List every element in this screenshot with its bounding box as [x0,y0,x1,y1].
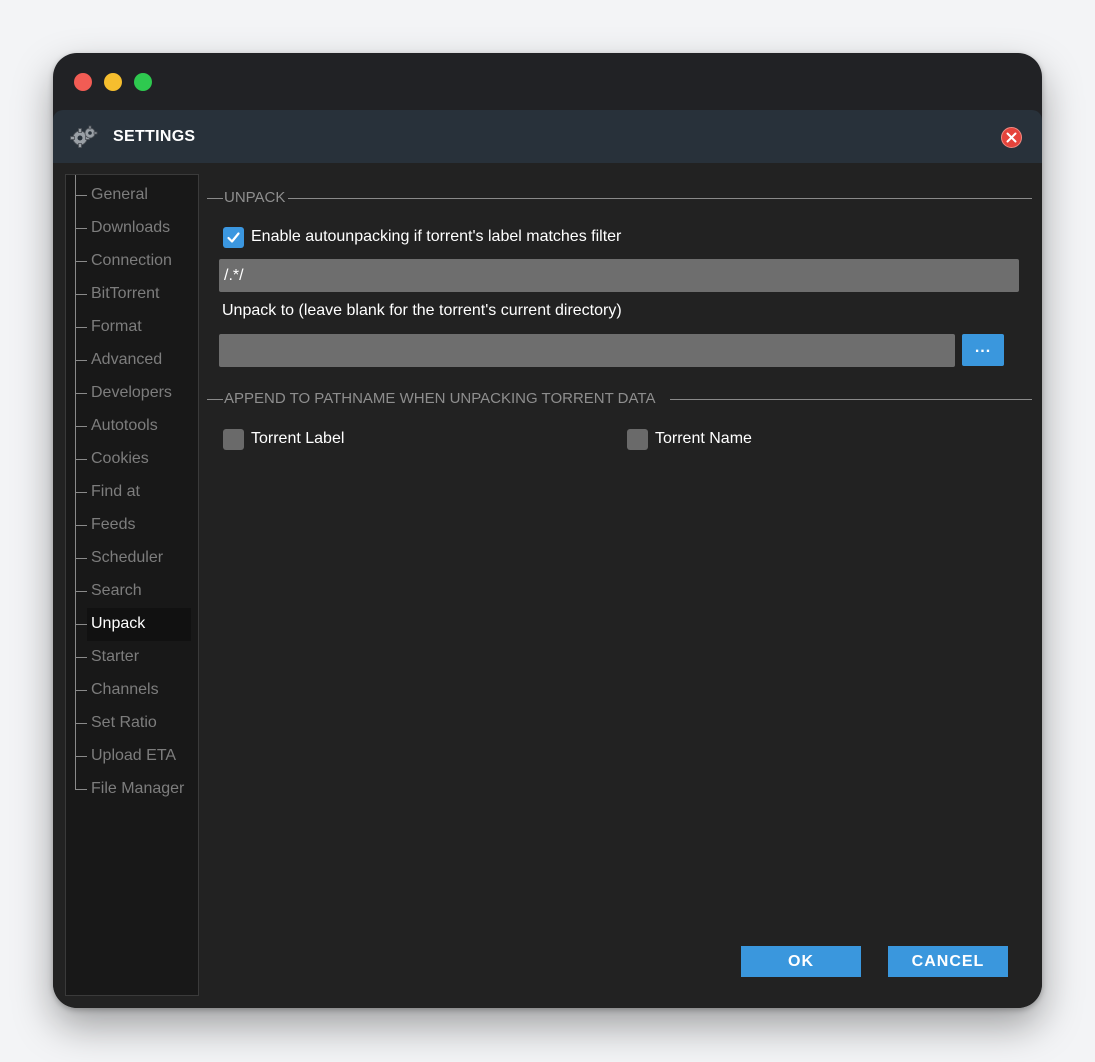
sidebar-item-downloads[interactable]: Downloads [66,212,192,245]
unpack-section-header: UNPACK [206,188,1032,208]
sidebar-item-feeds[interactable]: Feeds [66,509,192,542]
unpack-settings-panel: UNPACK Enable autounpacking if torrent's… [206,174,1036,994]
browse-directory-button[interactable]: ... [962,334,1004,366]
sidebar-item-label: File Manager [91,780,185,797]
tree-branch-line [75,459,87,460]
sidebar-item-label: Downloads [91,219,171,236]
window-controls [74,73,152,91]
sidebar-item-cookies[interactable]: Cookies [66,443,192,476]
torrent-name-checkbox[interactable] [627,429,648,450]
unpack-section-title: UNPACK [224,189,286,206]
sidebar-item-label: Set Ratio [91,714,157,731]
settings-dialog: SETTINGS General Downloads Connection BitTo… [53,110,1042,1008]
append-section-title: APPEND TO PATHNAME WHEN UNPACKING TORREN… [224,390,656,407]
tree-branch-line [75,558,87,559]
sidebar-item-unpack[interactable]: Unpack [66,608,192,641]
sidebar-item-search[interactable]: Search [66,575,192,608]
enable-autounpack-label[interactable]: Enable autounpacking if torrent's label … [251,228,621,246]
sidebar-item-label: Autotools [91,417,158,434]
tree-branch-line [75,294,87,295]
sidebar-item-label: Unpack [91,615,146,632]
sidebar-item-find-at[interactable]: Find at [66,476,192,509]
sidebar-item-label: Scheduler [91,549,164,566]
torrent-label-label[interactable]: Torrent Label [251,430,344,448]
sidebar-item-label: General [91,186,148,203]
sidebar-item-advanced[interactable]: Advanced [66,344,192,377]
tree-branch-line [75,525,87,526]
sidebar-item-label: Find at [91,483,140,500]
tree-branch-line [75,426,87,427]
sidebar-item-general[interactable]: General [66,179,192,212]
sidebar-item-label: Advanced [91,351,163,368]
sidebar-item-format[interactable]: Format [66,311,192,344]
sidebar-item-label: Cookies [91,450,149,467]
tree-branch-line [75,789,87,790]
tree-branch-line [75,723,87,724]
torrent-name-label[interactable]: Torrent Name [655,430,752,448]
dialog-titlebar[interactable]: SETTINGS [53,110,1042,163]
minimize-window-button[interactable] [104,73,122,91]
unpack-to-label: Unpack to (leave blank for the torrent's… [222,302,622,319]
settings-nav-tree: General Downloads Connection BitTorrent Form… [65,174,199,996]
torrent-label-checkbox[interactable] [223,429,244,450]
sidebar-item-channels[interactable]: Channels [66,674,192,707]
sidebar-item-file-manager[interactable]: File Manager [66,773,192,806]
append-section-header: APPEND TO PATHNAME WHEN UNPACKING TORREN… [206,389,1032,409]
sidebar-item-label: Search [91,582,142,599]
close-window-button[interactable] [74,73,92,91]
cancel-button[interactable]: CANCEL [888,946,1008,977]
sidebar-item-label: Starter [91,648,140,665]
sidebar-item-upload-eta[interactable]: Upload ETA [66,740,192,773]
gears-icon [70,125,98,148]
tree-branch-line [75,360,87,361]
maximize-window-button[interactable] [134,73,152,91]
tree-branch-line [75,690,87,691]
tree-branch-line [75,591,87,592]
sidebar-item-label: BitTorrent [91,285,160,302]
dialog-title: SETTINGS [113,128,196,145]
tree-branch-line [75,327,87,328]
sidebar-item-label: Format [91,318,142,335]
unpack-directory-input[interactable] [219,334,955,367]
tree-branch-line [75,393,87,394]
app-window: SETTINGS General Downloads Connection BitTo… [53,53,1042,1008]
tree-branch-line [75,261,87,262]
tree-branch-line [75,195,87,196]
sidebar-item-connection[interactable]: Connection [66,245,192,278]
sidebar-item-set-ratio[interactable]: Set Ratio [66,707,192,740]
checkmark-icon [227,232,240,243]
ok-button[interactable]: OK [741,946,861,977]
enable-autounpack-checkbox[interactable] [223,227,244,248]
tree-branch-line [75,624,87,625]
sidebar-item-scheduler[interactable]: Scheduler [66,542,192,575]
tree-branch-line [75,756,87,757]
close-icon[interactable] [1001,127,1022,148]
sidebar-item-bittorrent[interactable]: BitTorrent [66,278,192,311]
sidebar-item-autotools[interactable]: Autotools [66,410,192,443]
tree-branch-line [75,492,87,493]
sidebar-item-label: Feeds [91,516,136,533]
label-filter-input[interactable] [219,259,1019,292]
sidebar-item-label: Upload ETA [91,747,177,764]
sidebar-item-starter[interactable]: Starter [66,641,192,674]
sidebar-item-label: Connection [91,252,172,269]
sidebar-item-developers[interactable]: Developers [66,377,192,410]
tree-branch-line [75,228,87,229]
sidebar-item-label: Channels [91,681,159,698]
tree-branch-line [75,657,87,658]
sidebar-item-label: Developers [91,384,172,401]
